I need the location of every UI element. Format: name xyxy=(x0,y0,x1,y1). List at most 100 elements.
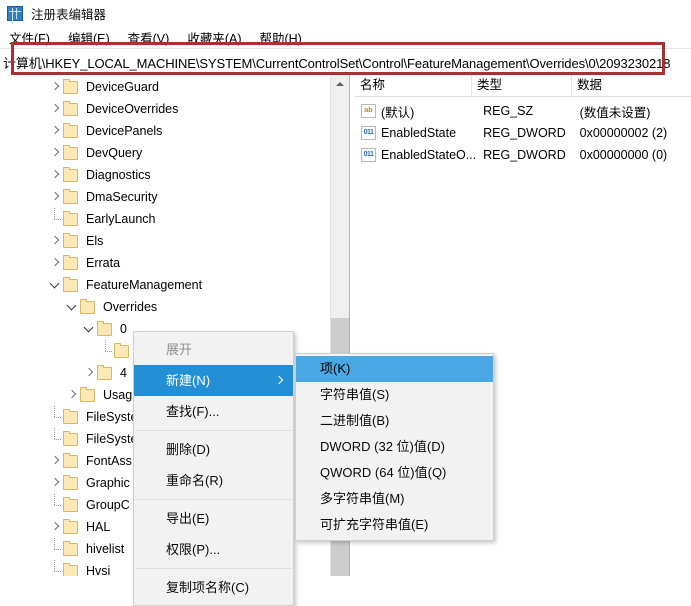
chevron-right-icon[interactable] xyxy=(47,472,63,494)
tree-item-devquery[interactable]: DevQuery xyxy=(0,142,330,164)
context-menu[interactable]: 展开 新建(N) 查找(F)... 删除(D) 重命名(R) 导出(E) 权限(P)... 复… xyxy=(133,331,294,606)
folder-icon xyxy=(97,320,112,336)
tree-item-deviceguard[interactable]: DeviceGuard xyxy=(0,76,330,98)
context-menu-item-label: 权限(P)... xyxy=(166,542,221,557)
chevron-down-icon[interactable] xyxy=(64,296,80,318)
tree-item-devicepanels[interactable]: DevicePanels xyxy=(0,120,330,142)
tree-item-label: Hvsi xyxy=(86,564,111,576)
chevron-right-icon[interactable] xyxy=(47,120,63,142)
window-title: 注册表编辑器 xyxy=(31,7,107,22)
value-list-header: 名称 类型 数据 xyxy=(355,75,691,97)
folder-icon xyxy=(63,408,78,424)
submenu-item-2[interactable]: 二进制值(B) xyxy=(296,408,493,434)
folder-icon xyxy=(80,298,95,314)
submenu-item-0[interactable]: 项(K) xyxy=(296,356,493,382)
context-menu-item-4[interactable]: 重命名(R) xyxy=(134,465,293,496)
value-name: (默认) xyxy=(381,105,415,120)
dword-value-icon: 011 xyxy=(361,126,376,140)
menu-item-0[interactable]: 文件(F) xyxy=(0,26,59,49)
folder-icon xyxy=(63,254,78,270)
tree-item-earlylaunch[interactable]: EarlyLaunch xyxy=(0,208,330,230)
submenu-item-1[interactable]: 字符串值(S) xyxy=(296,382,493,408)
tree-item-label: 0 xyxy=(120,322,127,336)
value-name: EnabledState xyxy=(381,126,457,140)
folder-icon xyxy=(63,496,78,512)
chevron-right-icon[interactable] xyxy=(47,450,63,472)
folder-icon xyxy=(63,78,78,94)
folder-icon xyxy=(63,474,78,490)
chevron-right-icon[interactable] xyxy=(47,142,63,164)
chevron-right-icon[interactable] xyxy=(81,362,97,384)
column-header-name[interactable]: 名称 xyxy=(355,75,472,96)
context-menu-item-label: 删除(D) xyxy=(166,442,211,457)
address-bar[interactable]: 计算机\HKEY_LOCAL_MACHINE\SYSTEM\CurrentCon… xyxy=(0,48,691,76)
chevron-right-icon[interactable] xyxy=(47,252,63,274)
context-menu-item-5[interactable]: 导出(E) xyxy=(134,503,293,534)
value-data: 0x00000002 (2) xyxy=(579,126,668,140)
menu-item-3[interactable]: 收藏夹(A) xyxy=(178,26,250,49)
folder-icon xyxy=(63,452,78,468)
chevron-right-icon[interactable] xyxy=(47,516,63,538)
value-data: 0x00000000 (0) xyxy=(579,148,668,162)
chevron-down-icon[interactable] xyxy=(81,318,97,340)
value-type: REG_DWORD xyxy=(483,126,566,140)
chevron-right-icon[interactable] xyxy=(47,98,63,120)
tree-item-label: Diagnostics xyxy=(86,168,151,182)
tree-line-connector xyxy=(47,494,63,516)
folder-icon xyxy=(63,144,78,160)
tree-item-deviceoverrides[interactable]: DeviceOverrides xyxy=(0,98,330,120)
tree-item-diagnostics[interactable]: Diagnostics xyxy=(0,164,330,186)
tree-item-label: FeatureManagement xyxy=(86,278,203,292)
tree-item-label: Errata xyxy=(86,256,121,270)
tree-item-label: HAL xyxy=(86,520,111,534)
context-menu-item-3[interactable]: 删除(D) xyxy=(134,434,293,465)
chevron-right-icon[interactable] xyxy=(47,230,63,252)
tree-item-els[interactable]: Els xyxy=(0,230,330,252)
folder-icon xyxy=(63,166,78,182)
submenu-item-5[interactable]: 多字符串值(M) xyxy=(296,486,493,512)
value-data: (数值未设置) xyxy=(579,105,651,120)
tree-item-label: GroupC xyxy=(86,498,130,512)
context-menu-item-label: 重命名(R) xyxy=(166,473,224,488)
column-header-type[interactable]: 类型 xyxy=(472,75,572,96)
menu-item-2[interactable]: 查看(V) xyxy=(119,26,179,49)
value-row[interactable]: 011 EnabledStateO... REG_DWORD 0x00000000 (… xyxy=(355,144,691,166)
context-menu-item-1[interactable]: 新建(N) xyxy=(134,365,293,396)
column-header-data[interactable]: 数据 xyxy=(572,75,691,96)
chevron-right-icon[interactable] xyxy=(47,186,63,208)
tree-item-label: DeviceOverrides xyxy=(86,102,179,116)
tree-line-connector xyxy=(47,538,63,560)
tree-item-label: 4 xyxy=(120,366,127,380)
submenu-item-4[interactable]: QWORD (64 位)值(Q) xyxy=(296,460,493,486)
tree-item-label: FontAss xyxy=(86,454,132,468)
menu-separator xyxy=(136,430,291,431)
new-submenu[interactable]: 项(K) 字符串值(S) 二进制值(B) DWORD (32 位)值(D) QWORD … xyxy=(295,353,494,541)
context-menu-item-0: 展开 xyxy=(134,334,293,365)
value-row[interactable]: ab (默认) REG_SZ (数值未设置) xyxy=(355,100,691,122)
menu-item-4[interactable]: 帮助(H) xyxy=(250,26,310,49)
menu-bar: 文件(F) 编辑(E) 查看(V) 收藏夹(A) 帮助(H) xyxy=(0,26,691,48)
tree-item-overrides[interactable]: Overrides xyxy=(0,296,330,318)
registry-editor-icon xyxy=(7,5,23,21)
chevron-right-icon[interactable] xyxy=(47,164,63,186)
folder-icon xyxy=(63,562,78,576)
context-menu-item-6[interactable]: 权限(P)... xyxy=(134,534,293,565)
submenu-item-3[interactable]: DWORD (32 位)值(D) xyxy=(296,434,493,460)
value-row[interactable]: 011 EnabledState REG_DWORD 0x00000002 (2) xyxy=(355,122,691,144)
scroll-up-arrow-icon[interactable] xyxy=(331,75,349,92)
context-menu-item-2[interactable]: 查找(F)... xyxy=(134,396,293,427)
tree-item-featuremanagement[interactable]: FeatureManagement xyxy=(0,274,330,296)
tree-item-errata[interactable]: Errata xyxy=(0,252,330,274)
chevron-right-icon[interactable] xyxy=(47,76,63,98)
tree-item-label: Graphic xyxy=(86,476,130,490)
folder-icon xyxy=(63,122,78,138)
menu-item-1[interactable]: 编辑(E) xyxy=(59,26,119,49)
submenu-item-6[interactable]: 可扩充字符串值(E) xyxy=(296,512,493,538)
tree-line-connector xyxy=(47,406,63,428)
chevron-down-icon[interactable] xyxy=(47,274,63,296)
tree-line-connector xyxy=(47,208,63,230)
context-menu-item-7[interactable]: 复制项名称(C) xyxy=(134,572,293,603)
chevron-right-icon[interactable] xyxy=(64,384,80,406)
tree-item-dmasecurity[interactable]: DmaSecurity xyxy=(0,186,330,208)
tree-item-label: EarlyLaunch xyxy=(86,212,156,226)
